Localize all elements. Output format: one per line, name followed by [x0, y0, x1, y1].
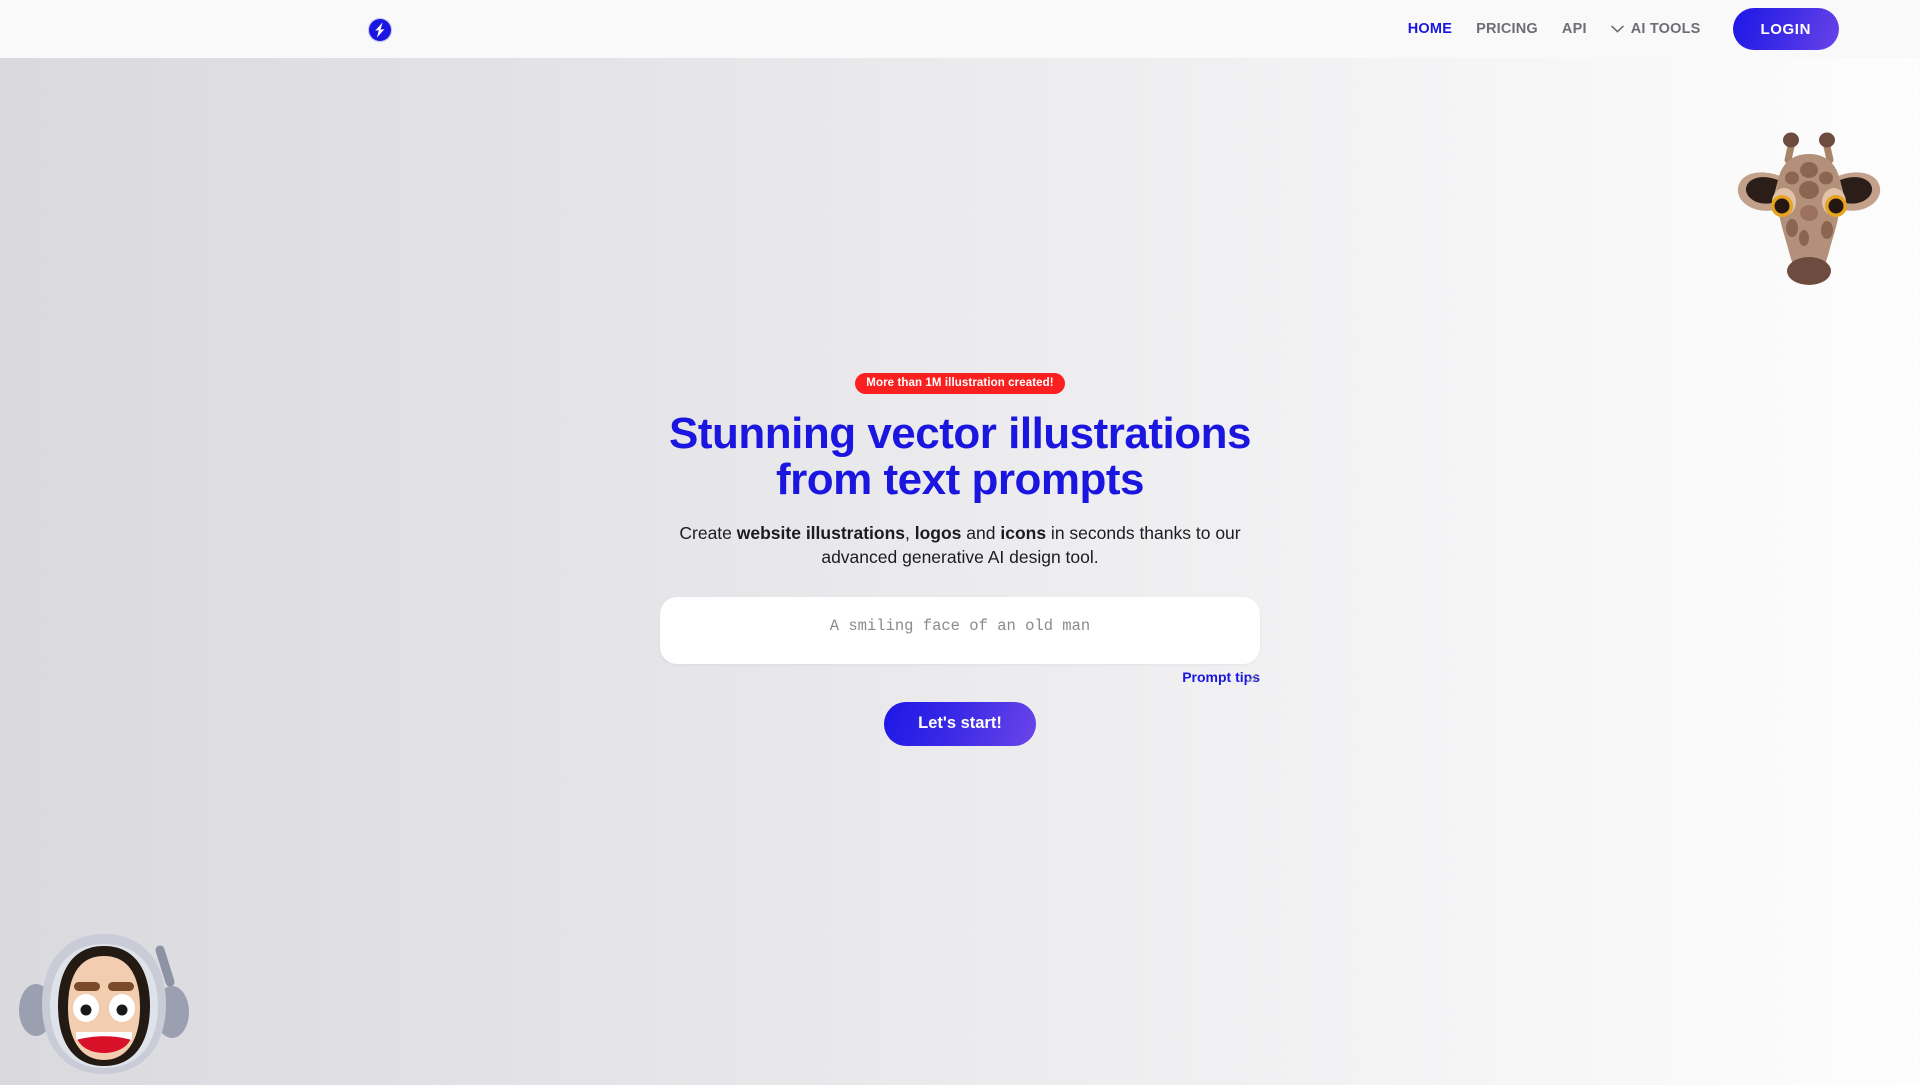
- login-button[interactable]: LOGIN: [1732, 8, 1839, 50]
- nav-item-ai-tools-label: AI TOOLS: [1630, 21, 1701, 37]
- site-header: HOME PRICING API AI TOOLS LOGIN: [0, 0, 1920, 58]
- subtitle-bold-2: logos: [914, 522, 962, 543]
- subtitle-part-2: ,: [905, 522, 915, 543]
- hero-content: More than 1M illustration created! Stunn…: [640, 373, 1280, 746]
- giraffe-head-illustration: [1734, 118, 1884, 298]
- nav-item-pricing[interactable]: PRICING: [1464, 0, 1550, 58]
- nav-item-home[interactable]: HOME: [1396, 0, 1464, 58]
- main-navigation: HOME PRICING API AI TOOLS LOGIN: [1396, 0, 1920, 58]
- status-badge: More than 1M illustration created!: [855, 373, 1065, 394]
- lightning-bolt-logo-icon: [367, 17, 393, 43]
- site-logo[interactable]: [355, 5, 405, 55]
- subtitle-bold-1: website illustrations: [736, 522, 905, 543]
- nav-item-ai-tools[interactable]: AI TOOLS: [1599, 21, 1713, 37]
- subtitle-bold-3: icons: [1000, 522, 1047, 543]
- subtitle-part-1: Create: [679, 522, 737, 543]
- lets-start-button[interactable]: Let's start!: [884, 701, 1036, 746]
- prompt-area: Prompt tips: [660, 596, 1260, 685]
- prompt-tips-link[interactable]: Prompt tips: [660, 669, 1260, 685]
- astronaut-face-illustration: [14, 920, 194, 1080]
- hero-section: More than 1M illustration created! Stunn…: [0, 58, 1920, 1080]
- page-title: Stunning vector illustrations from text …: [669, 409, 1252, 504]
- nav-item-api[interactable]: API: [1550, 0, 1599, 58]
- hero-subtitle: Create website illustrations, logos and …: [640, 521, 1280, 569]
- prompt-input[interactable]: [660, 596, 1260, 664]
- chevron-down-icon: [1610, 25, 1624, 33]
- subtitle-part-3: and: [961, 522, 1001, 543]
